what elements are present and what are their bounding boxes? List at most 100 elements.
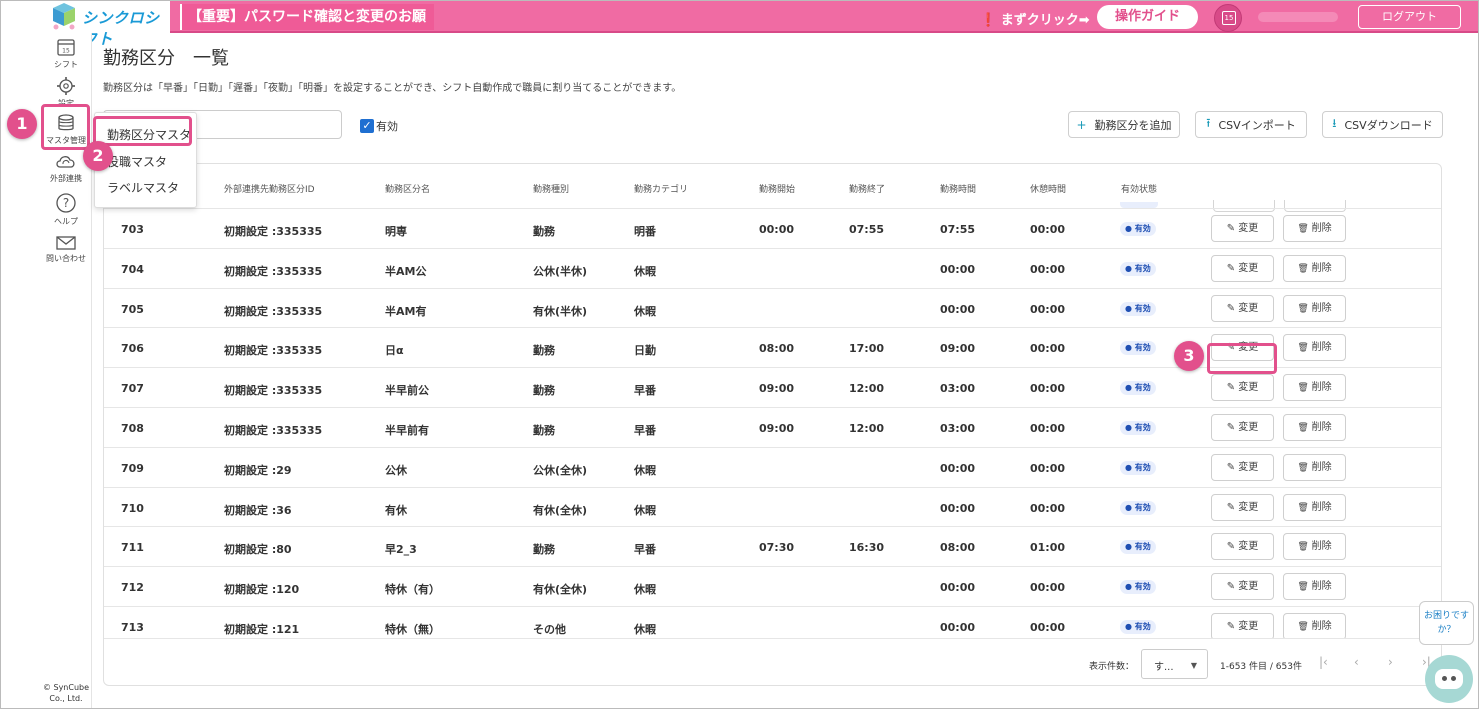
add-work-type-button[interactable]: + 勤務区分を追加: [1068, 111, 1180, 138]
delete-button[interactable]: 🗑 削除: [1283, 533, 1346, 561]
step-badge-1: 1: [7, 109, 37, 139]
pencil-icon: ✎: [1226, 621, 1239, 632]
col-header[interactable]: 勤務時間: [940, 182, 976, 195]
table-row[interactable]: 704 初期設定 :335335 半AM公 公休(半休) 休暇 00:00 00:00 ● 有…: [104, 247, 1441, 288]
work-kind: 有休(全休): [533, 583, 588, 597]
edit-button[interactable]: ✎ 変更: [1211, 254, 1274, 282]
table-row[interactable]: 711 初期設定 :80 早2_3 勤務 早番 07:30 16:30 08:00 01:00 ●…: [104, 526, 1441, 566]
pencil-icon: ✎: [1226, 223, 1239, 234]
col-header[interactable]: 勤務終了: [849, 182, 885, 195]
row-id: 703: [121, 223, 144, 236]
row-id: 707: [121, 382, 144, 396]
col-header[interactable]: 勤務開始: [759, 182, 795, 195]
status-badge: ● 有効: [1120, 222, 1156, 236]
sidebar-item-contact[interactable]: 問い合わせ: [40, 235, 92, 264]
work-type-name: 有休: [385, 503, 407, 517]
status-badge: ● 有効: [1120, 301, 1156, 316]
status-badge: ● 有効: [1120, 261, 1156, 276]
work-type-name: 特休（有）: [385, 583, 440, 597]
delete-button[interactable]: 🗑 削除: [1283, 374, 1346, 402]
col-header[interactable]: 勤務カテゴリ: [634, 182, 688, 195]
pencil-icon: ✎: [1226, 422, 1239, 433]
edit-label: 変更: [1238, 262, 1259, 274]
delete-button[interactable]: 🗑 削除: [1283, 414, 1346, 441]
edit-button[interactable]: ✎ 変更: [1211, 493, 1274, 521]
table-row[interactable]: 708 初期設定 :335335 半早前有 勤務 早番 09:00 12:00 03:00 00…: [104, 407, 1441, 447]
logo[interactable]: シンクロシフト: [0, 0, 170, 48]
delete-button[interactable]: 🗑 削除: [1283, 294, 1346, 322]
step-badge-2: 2: [83, 141, 113, 171]
sidebar-item-shift[interactable]: 15 シフト: [40, 37, 92, 70]
delete-button[interactable]: 🗑 削除: [1283, 613, 1346, 638]
edit-button[interactable]: ✎ 変更: [1211, 453, 1274, 481]
delete-label: 削除: [1311, 302, 1332, 314]
important-notice[interactable]: 【重要】パスワード確認と変更のお願い: [180, 4, 434, 51]
work-type-name: 公休: [385, 463, 407, 477]
per-page-select[interactable]: す... ▼: [1141, 649, 1208, 679]
start-time: 09:00: [759, 382, 795, 396]
edit-button[interactable]: ✎ 変更: [1211, 533, 1274, 561]
col-header[interactable]: 勤務区分名: [385, 182, 430, 195]
first-page-icon[interactable]: |‹: [1319, 655, 1328, 669]
sidebar-item-help[interactable]: ? ヘルプ: [40, 192, 92, 227]
break-time: 00:00: [1030, 223, 1066, 236]
guide-button[interactable]: 操作ガイド: [1097, 5, 1198, 29]
checkbox-checked-icon: ✓: [360, 119, 374, 133]
delete-label: 削除: [1311, 262, 1332, 274]
work-type-name: 日α: [385, 344, 404, 358]
work-kind: 有休(全休): [533, 503, 588, 517]
edit-button[interactable]: ✎ 変更: [1211, 573, 1274, 601]
csv-import-button[interactable]: ⭱ CSVインポート: [1195, 111, 1307, 138]
table-row[interactable]: 705 初期設定 :335335 半AM有 有休(半休) 休暇 00:00 00:00 ● 有…: [104, 287, 1441, 328]
delete-button[interactable]: 🗑 削除: [1283, 453, 1346, 481]
menu-item-position-master[interactable]: 役職マスタ: [107, 153, 167, 170]
row-id: 705: [121, 302, 144, 316]
edit-button[interactable]: ✎ 変更: [1211, 294, 1274, 322]
delete-button[interactable]: 🗑 削除: [1283, 493, 1346, 521]
trash-icon: 🗑: [1297, 423, 1312, 433]
table-row[interactable]: 709 初期設定 :29 公休 公休(全休) 休暇 00:00 00:00 ● 有効 ✎ 変更 🗑…: [104, 446, 1441, 487]
table-row[interactable]: 703 初期設定 :335335 明専 勤務 明番 00:00 07:55 07:55 00:0…: [104, 208, 1441, 248]
trash-icon: 🗑: [1297, 343, 1312, 354]
edit-button[interactable]: ✎ 変更: [1211, 215, 1274, 242]
edit-button[interactable]: ✎ 変更: [1211, 613, 1274, 638]
prev-page-icon[interactable]: ‹: [1354, 655, 1359, 669]
menu-item-label-master[interactable]: ラベルマスタ: [107, 179, 179, 196]
csv-download-button[interactable]: ⭳ CSVダウンロード: [1322, 111, 1443, 138]
col-header[interactable]: 有効状態: [1121, 182, 1157, 195]
work-type-name: 明専: [385, 225, 407, 238]
external-id: 初期設定 :36: [224, 503, 292, 517]
table-scrollbar[interactable]: [1435, 208, 1441, 638]
valid-filter-checkbox[interactable]: ✓ 有効: [360, 118, 398, 134]
work-category: 休暇: [634, 304, 656, 318]
start-time: 08:00: [759, 342, 795, 356]
delete-button[interactable]: 🗑 削除: [1283, 573, 1346, 601]
external-id: 初期設定 :29: [224, 463, 292, 477]
logout-button[interactable]: ログアウト: [1358, 5, 1461, 29]
delete-button[interactable]: 🗑 削除: [1283, 215, 1346, 242]
table-row[interactable]: 710 初期設定 :36 有休 有休(全休) 休暇 00:00 00:00 ● 有効 ✎ 変更 🗑…: [104, 486, 1441, 527]
status-badge: ● 有効: [1120, 540, 1156, 555]
delete-button[interactable]: 🗑 削除: [1283, 334, 1346, 362]
next-page-icon[interactable]: ›: [1388, 655, 1393, 669]
work-kind: 有休(半休): [533, 304, 588, 318]
table-row[interactable]: 713 初期設定 :121 特休（無） その他 休暇 00:00 00:00 ● 有効 ✎ 変更…: [104, 606, 1441, 638]
delete-label: 削除: [1311, 342, 1332, 354]
work-type-name: 半早前公: [385, 384, 429, 398]
col-header[interactable]: 勤務種別: [533, 182, 569, 195]
chat-bot-icon[interactable]: [1425, 655, 1473, 703]
pencil-icon: ✎: [1226, 541, 1239, 553]
col-header[interactable]: 休憩時間: [1030, 182, 1066, 195]
external-id: 初期設定 :80: [224, 543, 292, 557]
edit-button[interactable]: ✎ 変更: [1211, 414, 1274, 441]
calendar-icon[interactable]: 15: [1214, 4, 1242, 32]
edit-button[interactable]: ✎ 変更: [1211, 374, 1274, 402]
work-category: 休暇: [634, 623, 656, 636]
delete-label: 削除: [1311, 501, 1332, 513]
table-header: 外部連携先勤務区分ID 勤務区分名 勤務種別 勤務カテゴリ 勤務開始 勤務終了 …: [104, 164, 1441, 212]
delete-button[interactable]: 🗑 削除: [1283, 254, 1346, 282]
table-row[interactable]: 712 初期設定 :120 特休（有） 有休(全休) 休暇 00:00 00:00 ● 有効 ✎…: [104, 566, 1441, 606]
row-id: 712: [121, 581, 144, 595]
col-header[interactable]: 外部連携先勤務区分ID: [224, 182, 315, 195]
help-bubble[interactable]: お困りですか？: [1419, 601, 1474, 645]
